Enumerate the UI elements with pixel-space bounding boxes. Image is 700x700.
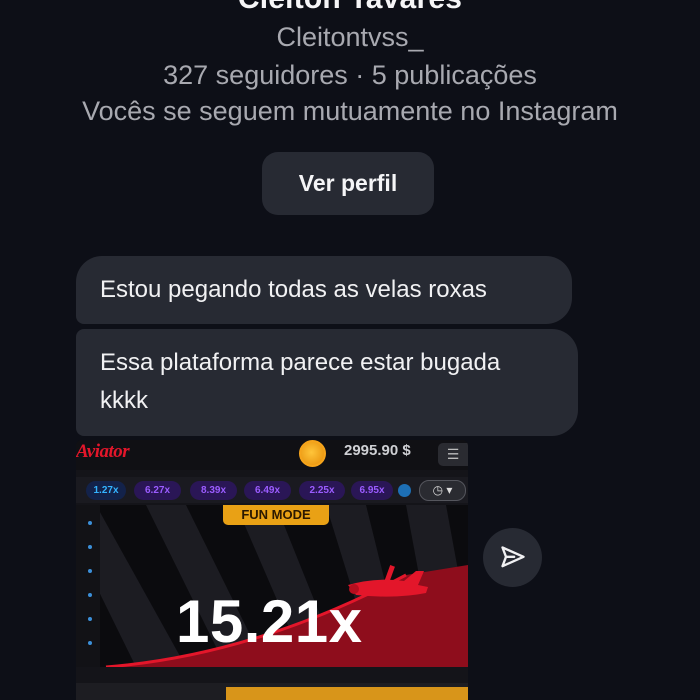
current-multiplier: 15.21x [176, 588, 363, 655]
mutual-follow-text: Vocês se seguem mutuamente no Instagram [82, 96, 618, 126]
multiplier-chip-partial [398, 484, 411, 497]
profile-name: Cleiton Tavares [0, 0, 700, 16]
game-topbar: Aviator 2995.90 $ ☰ [76, 440, 468, 470]
multiplier-history: 1.27x 6.27x 8.39x 6.49x 2.25x 6.95x ◷ ▾ [76, 477, 468, 503]
balance-display: 2995.90 $ [344, 442, 411, 459]
multiplier-chip: 2.25x [299, 481, 345, 500]
profile-stats: 327 seguidores · 5 publicações [163, 60, 537, 90]
multiplier-chip: 8.39x [190, 481, 237, 500]
multiplier-chip: 1.27x [86, 481, 126, 500]
message-bubble[interactable]: Essa plataforma parece estar bugada kkkk [76, 329, 578, 436]
multiplier-chip: 6.49x [244, 481, 291, 500]
coin-icon [299, 440, 326, 467]
side-strip [76, 505, 100, 667]
message-bubble[interactable]: Estou pegando todas as velas roxas [76, 256, 572, 324]
share-paper-plane-icon [500, 545, 525, 567]
aviator-logo: Aviator [76, 441, 130, 462]
game-field: FUN MODE 15.21x [76, 505, 468, 667]
fun-mode-badge: FUN MODE [223, 505, 329, 525]
bet-panel-bar [226, 687, 468, 700]
share-button[interactable] [483, 528, 542, 587]
view-profile-button[interactable]: Ver perfil [262, 152, 434, 215]
profile-handle: Cleitontvss_ [276, 22, 424, 52]
multiplier-chip: 6.27x [134, 481, 181, 500]
message-text: Estou pegando todas as velas roxas [100, 276, 487, 303]
shared-game-screenshot[interactable]: Aviator 2995.90 $ ☰ 1.27x 6.27x 8.39x 6.… [76, 440, 468, 700]
multiplier-chip: 6.95x [351, 481, 393, 500]
message-text: Essa plataforma parece estar bugada kkkk [100, 349, 501, 414]
history-icon: ◷ ▾ [419, 480, 466, 501]
menu-icon: ☰ [438, 443, 468, 466]
